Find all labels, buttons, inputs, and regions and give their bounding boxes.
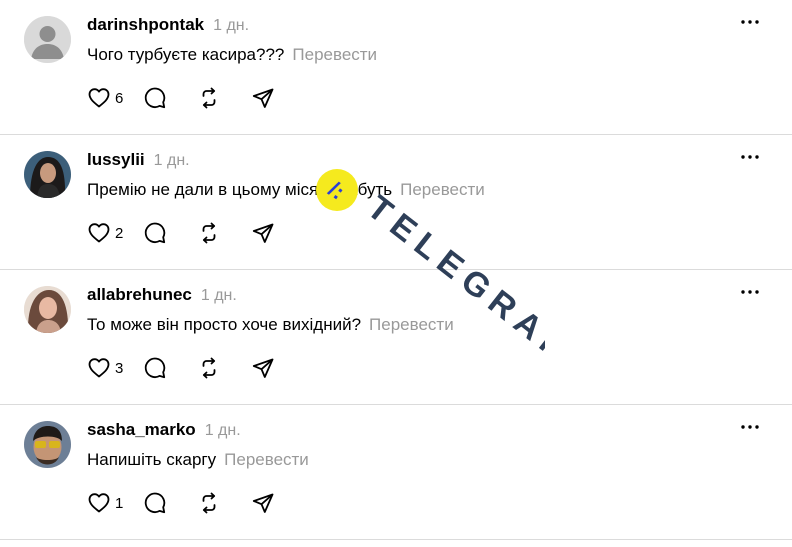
timestamp[interactable]: 1 дн. xyxy=(205,422,241,440)
send-icon xyxy=(251,491,275,515)
like-button[interactable]: 1 xyxy=(87,491,143,515)
like-count: 3 xyxy=(115,359,124,377)
comment-body: Чого турбуєте касира??? Перевести xyxy=(87,45,377,65)
username[interactable]: lussylii xyxy=(87,150,145,170)
translate-link[interactable]: Перевести xyxy=(224,450,309,469)
comments-list: darinshpontak 1 дн. Чого турбуєте касира… xyxy=(0,0,792,540)
divider xyxy=(0,539,792,540)
timestamp[interactable]: 1 дн. xyxy=(213,17,249,35)
like-count: 6 xyxy=(115,89,124,107)
comment-text: Напишіть скаргу xyxy=(87,450,217,469)
comment-text: Премію не дали в цьому місяці мабуть xyxy=(87,180,393,199)
username[interactable]: sasha_marko xyxy=(87,420,196,440)
comment-header: sasha_marko 1 дн. xyxy=(87,420,241,440)
repost-icon xyxy=(197,491,221,515)
comment-body: Напишіть скаргу Перевести xyxy=(87,450,309,470)
more-horizontal-icon[interactable] xyxy=(739,14,761,30)
repost-button[interactable] xyxy=(197,86,251,110)
repost-icon xyxy=(197,86,221,110)
heart-icon xyxy=(87,221,111,245)
comment-item: sasha_marko 1 дн. Напишіть скаргу Перевес… xyxy=(0,405,792,540)
like-button[interactable]: 6 xyxy=(87,86,143,110)
share-button[interactable] xyxy=(251,491,275,515)
send-icon xyxy=(251,221,275,245)
action-bar: 3 xyxy=(87,356,275,380)
share-button[interactable] xyxy=(251,356,275,380)
comment-item: lussylii 1 дн. Премію не дали в цьому мі… xyxy=(0,135,792,270)
like-count: 2 xyxy=(115,224,124,242)
translate-link[interactable]: Перевести xyxy=(400,180,485,199)
avatar[interactable] xyxy=(24,286,71,333)
like-count: 1 xyxy=(115,494,124,512)
comment-text: То може він просто хоче вихідний? xyxy=(87,315,362,334)
avatar[interactable] xyxy=(24,16,71,63)
comment-header: allabrehunec 1 дн. xyxy=(87,285,237,305)
heart-icon xyxy=(87,356,111,380)
like-button[interactable]: 3 xyxy=(87,356,143,380)
like-button[interactable]: 2 xyxy=(87,221,143,245)
translate-link[interactable]: Перевести xyxy=(369,315,454,334)
repost-icon xyxy=(197,221,221,245)
comment-bubble-icon xyxy=(143,356,167,380)
action-bar: 1 xyxy=(87,491,275,515)
repost-button[interactable] xyxy=(197,491,251,515)
comment-header: lussylii 1 дн. xyxy=(87,150,190,170)
more-horizontal-icon[interactable] xyxy=(739,284,761,300)
translate-link[interactable]: Перевести xyxy=(292,45,377,64)
repost-button[interactable] xyxy=(197,356,251,380)
more-horizontal-icon[interactable] xyxy=(739,149,761,165)
repost-icon xyxy=(197,356,221,380)
comment-item: allabrehunec 1 дн. То може він просто хо… xyxy=(0,270,792,405)
send-icon xyxy=(251,86,275,110)
comment-text: Чого турбуєте касира??? xyxy=(87,45,285,64)
avatar[interactable] xyxy=(24,151,71,198)
action-bar: 2 xyxy=(87,221,275,245)
comment-body: Премію не дали в цьому місяці мабуть Пере… xyxy=(87,180,485,200)
avatar[interactable] xyxy=(24,421,71,468)
action-bar: 6 xyxy=(87,86,275,110)
comment-item: darinshpontak 1 дн. Чого турбуєте касира… xyxy=(0,0,792,135)
heart-icon xyxy=(87,86,111,110)
comment-header: darinshpontak 1 дн. xyxy=(87,15,249,35)
repost-button[interactable] xyxy=(197,221,251,245)
heart-icon xyxy=(87,491,111,515)
share-button[interactable] xyxy=(251,86,275,110)
comment-body: То може він просто хоче вихідний? Перевес… xyxy=(87,315,454,335)
comment-bubble-icon xyxy=(143,491,167,515)
username[interactable]: darinshpontak xyxy=(87,15,204,35)
username[interactable]: allabrehunec xyxy=(87,285,192,305)
reply-button[interactable] xyxy=(143,86,197,110)
timestamp[interactable]: 1 дн. xyxy=(154,152,190,170)
reply-button[interactable] xyxy=(143,356,197,380)
reply-button[interactable] xyxy=(143,221,197,245)
more-horizontal-icon[interactable] xyxy=(739,419,761,435)
timestamp[interactable]: 1 дн. xyxy=(201,287,237,305)
send-icon xyxy=(251,356,275,380)
reply-button[interactable] xyxy=(143,491,197,515)
comment-bubble-icon xyxy=(143,86,167,110)
comment-bubble-icon xyxy=(143,221,167,245)
share-button[interactable] xyxy=(251,221,275,245)
